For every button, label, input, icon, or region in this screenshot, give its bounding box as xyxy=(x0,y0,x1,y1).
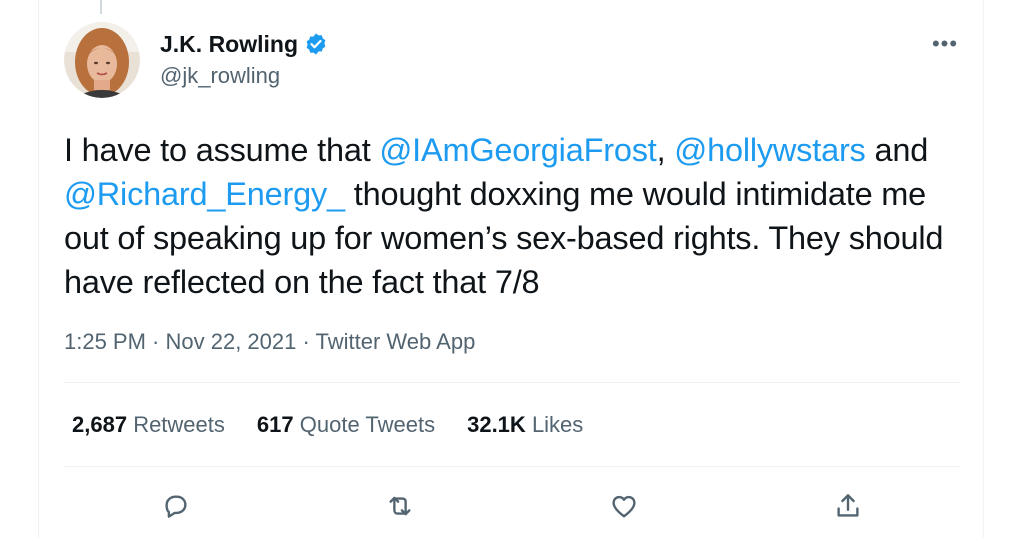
tweet-text-segment: , xyxy=(656,132,675,168)
tweet-source[interactable]: Twitter Web App xyxy=(316,329,476,354)
retweets-stat[interactable]: 2,687 Retweets xyxy=(72,410,225,440)
quote-tweets-count: 617 xyxy=(256,412,294,437)
mention-richard-energy[interactable]: @Richard_Energy_ xyxy=(64,176,345,212)
tweet-text: I have to assume that @IAmGeorgiaFrost, … xyxy=(64,128,954,304)
share-button[interactable] xyxy=(826,484,870,528)
share-icon xyxy=(837,494,859,517)
retweet-icon xyxy=(389,496,411,516)
avatar-image xyxy=(64,22,140,98)
quote-tweets-stat[interactable]: 617 Quote Tweets xyxy=(257,410,435,440)
author-name-row[interactable]: J.K. Rowling xyxy=(160,30,328,58)
mention-hollywstars[interactable]: @hollywstars xyxy=(674,132,866,168)
likes-label: Likes xyxy=(531,412,584,437)
divider xyxy=(64,466,960,467)
engagement-stats: 2,687 Retweets 617 Quote Tweets 32.1K Li… xyxy=(72,410,583,440)
tweet-time[interactable]: 1:25 PM xyxy=(64,329,146,354)
like-button[interactable] xyxy=(602,484,646,528)
retweet-button[interactable] xyxy=(378,484,422,528)
quote-tweets-label: Quote Tweets xyxy=(299,412,436,437)
tweet-metadata: 1:25 PM · Nov 22, 2021 · Twitter Web App xyxy=(64,328,475,356)
retweets-count: 2,687 xyxy=(72,412,128,437)
meta-separator: · xyxy=(296,329,316,354)
retweets-label: Retweets xyxy=(133,412,225,437)
tweet-actions-bar xyxy=(64,484,960,528)
tweet-text-segment: and xyxy=(865,132,929,168)
tweet-text-segment: I have to assume that xyxy=(64,132,380,168)
thread-line xyxy=(100,0,102,14)
tweet-date[interactable]: Nov 22, 2021 xyxy=(166,329,297,354)
author-handle[interactable]: @jk_rowling xyxy=(160,62,280,90)
mention-iamgeorgiafrost[interactable]: @IAmGeorgiaFrost xyxy=(379,132,656,168)
verified-badge-icon xyxy=(306,33,326,55)
meta-separator: · xyxy=(145,329,166,354)
avatar[interactable] xyxy=(64,22,140,98)
author-name: J.K. Rowling xyxy=(160,31,298,57)
likes-stat[interactable]: 32.1K Likes xyxy=(467,410,583,440)
reply-button[interactable] xyxy=(154,484,198,528)
likes-count: 32.1K xyxy=(467,412,526,437)
reply-icon xyxy=(165,495,187,518)
divider xyxy=(64,382,960,383)
more-options-icon[interactable]: ••• xyxy=(928,30,962,58)
like-icon xyxy=(612,495,636,518)
